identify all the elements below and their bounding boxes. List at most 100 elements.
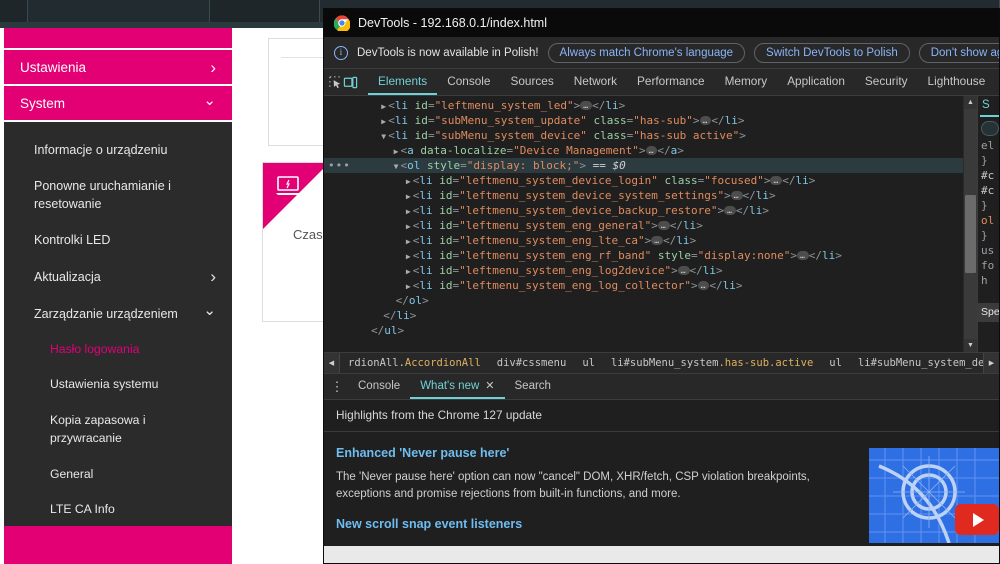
expand-triangle-closed-icon[interactable]: [404, 234, 413, 249]
drawer-tab-console[interactable]: Console: [348, 374, 410, 399]
close-icon[interactable]: ✕: [485, 379, 494, 392]
expand-triangle-closed-icon[interactable]: [392, 144, 401, 159]
expand-triangle-open-icon[interactable]: [392, 159, 401, 174]
tab-elements[interactable]: Elements: [368, 69, 438, 95]
breadcrumb-scroll-right[interactable]: ▶: [983, 353, 999, 373]
scrollbar-thumb[interactable]: [965, 195, 976, 273]
collapsed-children-icon[interactable]: …: [651, 236, 664, 245]
sidebar-item[interactable]: Aktualizacja: [4, 259, 232, 296]
breadcrumb-item[interactable]: ul: [821, 353, 850, 373]
whats-new-item-title[interactable]: Enhanced 'Never pause here': [336, 446, 857, 460]
breadcrumb-item[interactable]: li#subMenu_system.has-sub.active: [603, 353, 821, 373]
dom-token-punct: >: [677, 144, 684, 157]
whats-new-item-title[interactable]: New scroll snap event listeners: [336, 517, 857, 531]
tab-network[interactable]: Network: [564, 69, 627, 95]
breadcrumb-item[interactable]: div#cssmenu: [489, 353, 575, 373]
dom-node-row[interactable]: <li id="leftmenu_system_device_backup_re…: [324, 203, 977, 218]
sidebar-accordion-1[interactable]: Ustawienia: [4, 50, 232, 86]
sidebar-item[interactable]: Kopia zapasowa i przywracanie: [4, 403, 232, 456]
breadcrumb-item[interactable]: ul: [574, 353, 603, 373]
dom-node-row[interactable]: </ul>: [324, 323, 977, 338]
tab-security[interactable]: Security: [855, 69, 918, 95]
expand-triangle-closed-icon[interactable]: [379, 114, 388, 129]
sidebar-item[interactable]: Hasło logowania: [4, 332, 232, 368]
scroll-up-arrow[interactable]: ▲: [964, 96, 977, 109]
sidebar-item[interactable]: Ponowne uruchamianie i resetowanie: [4, 168, 232, 222]
sidebar-item[interactable]: Kontrolki LED: [4, 222, 232, 258]
dom-token-tag: li: [605, 99, 619, 112]
dom-node-row[interactable]: <a data-localize="Device Management">…</…: [324, 143, 977, 158]
breadcrumb-item[interactable]: li#subMenu_system_device.has-sub.active: [850, 353, 983, 373]
dom-node-row[interactable]: <li id="subMenu_system_device" class="ha…: [324, 128, 977, 143]
expand-triangle-closed-icon[interactable]: [404, 189, 413, 204]
scrollbar-track[interactable]: [964, 109, 977, 339]
kebab-menu-icon[interactable]: ⋮: [326, 374, 348, 399]
expand-triangle-closed-icon[interactable]: [404, 264, 413, 279]
device-toolbar-icon[interactable]: [343, 69, 358, 95]
expand-triangle-open-icon[interactable]: [379, 129, 388, 144]
dom-node-row[interactable]: <li id="leftmenu_system_device_system_se…: [324, 188, 977, 203]
tab-sources[interactable]: Sources: [500, 69, 563, 95]
expand-triangle-closed-icon[interactable]: [404, 249, 413, 264]
tab-reco[interactable]: Reco: [995, 69, 999, 95]
collapsed-children-icon[interactable]: …: [697, 281, 710, 290]
dom-node-row[interactable]: <li id="leftmenu_system_device_login" cl…: [324, 173, 977, 188]
dom-node-row[interactable]: <li id="leftmenu_system_eng_log2device">…: [324, 263, 977, 278]
sidebar-item[interactable]: Ustawienia systemu: [4, 367, 232, 403]
collapsed-children-icon[interactable]: …: [677, 266, 690, 275]
always-match-language-button[interactable]: Always match Chrome's language: [547, 42, 746, 63]
styles-filter-pill[interactable]: [981, 121, 999, 136]
expand-triangle-closed-icon[interactable]: [404, 204, 413, 219]
dom-tree-scrollbar[interactable]: ▲ ▼: [963, 96, 977, 352]
collapsed-children-icon[interactable]: …: [724, 206, 736, 215]
switch-to-polish-button[interactable]: Switch DevTools to Polish: [754, 42, 910, 63]
collapsed-children-icon[interactable]: …: [770, 176, 783, 185]
dont-show-again-button[interactable]: Don't show again: [918, 42, 999, 63]
scroll-down-arrow[interactable]: ▼: [964, 339, 977, 352]
play-button-icon[interactable]: [955, 504, 999, 535]
dom-node-row[interactable]: <li id="leftmenu_system_eng_general">…</…: [324, 218, 977, 233]
expand-triangle-closed-icon[interactable]: [404, 219, 413, 234]
dom-node-row[interactable]: •••<ol style="display: block;"> == $0: [324, 158, 977, 173]
tab-lighthouse[interactable]: Lighthouse: [918, 69, 996, 95]
tab-memory[interactable]: Memory: [715, 69, 778, 95]
taskbar-cell[interactable]: [28, 0, 210, 22]
drawer-tab-what-s-new[interactable]: What's new ✕: [410, 374, 505, 399]
dom-node-row[interactable]: <li id="leftmenu_system_eng_rf_band" sty…: [324, 248, 977, 263]
drawer-tab-search[interactable]: Search: [505, 374, 561, 399]
youtube-video-thumbnail[interactable]: [869, 448, 999, 543]
dom-node-row[interactable]: </li>: [324, 308, 977, 323]
collapsed-children-icon[interactable]: …: [657, 221, 670, 230]
sidebar-item[interactable]: Zarządzanie urządzeniem: [4, 296, 232, 332]
expand-triangle-closed-icon[interactable]: [404, 174, 413, 189]
tab-performance[interactable]: Performance: [627, 69, 715, 95]
taskbar-cell[interactable]: [0, 0, 28, 22]
breadcrumb-scroll-left[interactable]: ◀: [324, 353, 340, 373]
dom-token-punct: >: [763, 174, 771, 187]
dom-tree-pane[interactable]: <li id="leftmenu_system_led">…</li><li i…: [324, 96, 977, 352]
dom-node-row[interactable]: <li id="leftmenu_system_eng_lte_ca">…</l…: [324, 233, 977, 248]
dom-node-row[interactable]: </ol>: [324, 293, 977, 308]
expand-triangle-closed-icon[interactable]: [404, 279, 413, 294]
dom-row-menu-dots[interactable]: •••: [328, 158, 351, 173]
collapsed-children-icon[interactable]: …: [645, 146, 658, 155]
inspect-element-icon[interactable]: [328, 69, 343, 95]
collapsed-children-icon[interactable]: …: [730, 191, 743, 200]
collapsed-children-icon[interactable]: …: [580, 101, 593, 110]
dom-node-row[interactable]: <li id="leftmenu_system_led">…</li>: [324, 98, 977, 113]
tab-application[interactable]: Application: [777, 69, 855, 95]
dom-node-row[interactable]: <li id="leftmenu_system_eng_log_collecto…: [324, 278, 977, 293]
breadcrumb-item[interactable]: rdionAll.AccordionAll: [340, 353, 489, 373]
sidebar-item[interactable]: General: [4, 457, 232, 493]
styles-pane[interactable]: S el} #c #c} ol} us fo h Spe: [977, 96, 999, 352]
tab-console[interactable]: Console: [437, 69, 500, 95]
sidebar-item[interactable]: Informacje o urządzeniu: [4, 132, 232, 168]
collapsed-children-icon[interactable]: …: [796, 251, 809, 260]
collapsed-children-icon[interactable]: …: [699, 116, 712, 125]
taskbar-cell[interactable]: [210, 0, 320, 22]
dom-node-row[interactable]: <li id="subMenu_system_update" class="ha…: [324, 113, 977, 128]
expand-triangle-closed-icon[interactable]: [379, 99, 388, 114]
sidebar-accordion-2[interactable]: System: [4, 86, 232, 122]
sidebar-item[interactable]: LTE CA Info: [4, 492, 232, 528]
styles-tab-label[interactable]: S: [978, 98, 999, 113]
